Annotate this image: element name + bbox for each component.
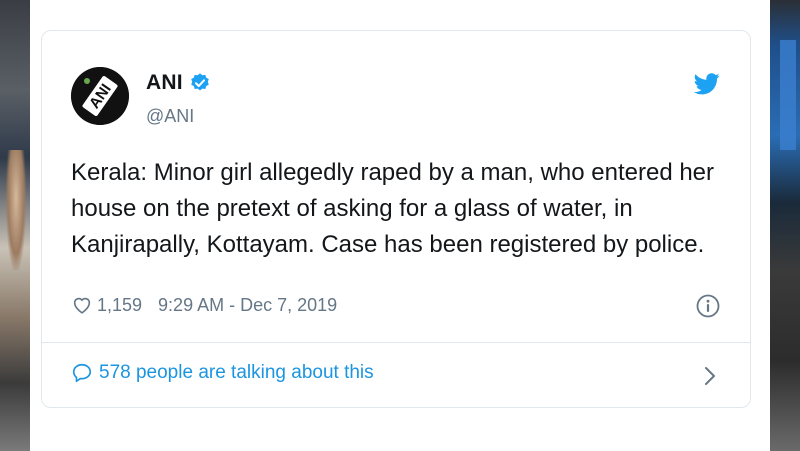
twitter-bird-icon[interactable] (694, 73, 720, 95)
timestamp[interactable]: 9:29 AM - Dec 7, 2019 (158, 295, 337, 316)
chevron-right-icon[interactable] (702, 364, 718, 388)
conversation-link[interactable]: 578 people are talking about this (71, 362, 374, 384)
heart-icon[interactable] (71, 294, 93, 316)
info-icon[interactable] (696, 294, 720, 318)
tweet-text: Kerala: Minor girl allegedly raped by a … (71, 159, 715, 258)
avatar[interactable]: ANI (71, 67, 129, 125)
background-photo-right (770, 0, 800, 451)
like-count[interactable]: 1,159 (97, 295, 142, 316)
speech-bubble-icon (72, 363, 92, 383)
embed-page: ANI ANI @ANI Kerala: Minor girl allegedl… (30, 0, 770, 451)
divider (42, 342, 750, 343)
tweet-meta: 1,159 9:29 AM - Dec 7, 2019 (71, 294, 337, 316)
author-name-row: ANI (146, 71, 211, 95)
verified-badge-icon (190, 73, 209, 91)
handle[interactable]: @ANI (146, 106, 194, 127)
talking-count-text: 578 people are talking about this (99, 362, 374, 383)
display-name[interactable]: ANI (146, 71, 183, 95)
background-photo-left (0, 0, 30, 451)
tweet-card: ANI ANI @ANI Kerala: Minor girl allegedl… (41, 30, 751, 408)
